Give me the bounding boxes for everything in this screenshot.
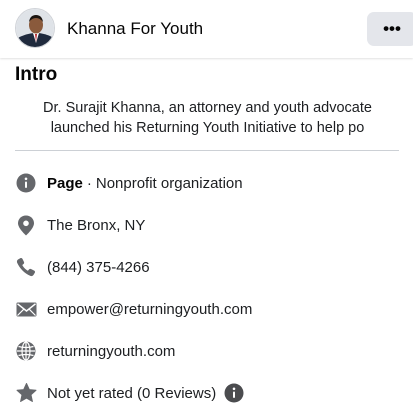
divider (15, 150, 399, 151)
email-row: empower@returningyouth.com (15, 297, 405, 321)
category-text: Page · Nonprofit organization (47, 175, 243, 192)
phone-icon (15, 256, 37, 278)
more-options-button[interactable]: ••• (367, 12, 413, 46)
category-row: Page · Nonprofit organization (15, 171, 405, 195)
rating-row: Not yet rated (0 Reviews) (15, 381, 405, 405)
phone-row: (844) 375-4266 (15, 255, 405, 279)
website-row: returningyouth.com (15, 339, 405, 363)
envelope-icon (15, 298, 37, 320)
star-icon (15, 382, 37, 404)
separator: · (86, 174, 92, 192)
category-value[interactable]: Nonprofit organization (96, 175, 243, 192)
info-circle-icon[interactable] (224, 383, 244, 403)
location-text[interactable]: The Bronx, NY (47, 217, 145, 234)
bio-line: Dr. Surajit Khanna, an attorney and yout… (43, 100, 372, 116)
intro-bio: Dr. Surajit Khanna, an attorney and yout… (15, 98, 400, 138)
map-pin-icon (15, 214, 37, 236)
info-circle-icon (15, 172, 37, 194)
avatar[interactable] (15, 8, 55, 48)
page-header: Khanna For Youth ••• (0, 0, 413, 58)
website-link[interactable]: returningyouth.com (47, 343, 175, 360)
bio-line: launched his Returning Youth Initiative … (50, 120, 365, 136)
page-label: Page (47, 174, 83, 192)
globe-icon (15, 340, 37, 362)
location-row: The Bronx, NY (15, 213, 405, 237)
rating-text: Not yet rated (0 Reviews) (47, 383, 244, 403)
email-address[interactable]: empower@returningyouth.com (47, 301, 252, 318)
page-name[interactable]: Khanna For Youth (67, 19, 203, 39)
intro-heading: Intro (15, 64, 58, 85)
phone-number[interactable]: (844) 375-4266 (47, 259, 150, 276)
rating-value: Not yet rated (0 Reviews) (47, 384, 217, 402)
